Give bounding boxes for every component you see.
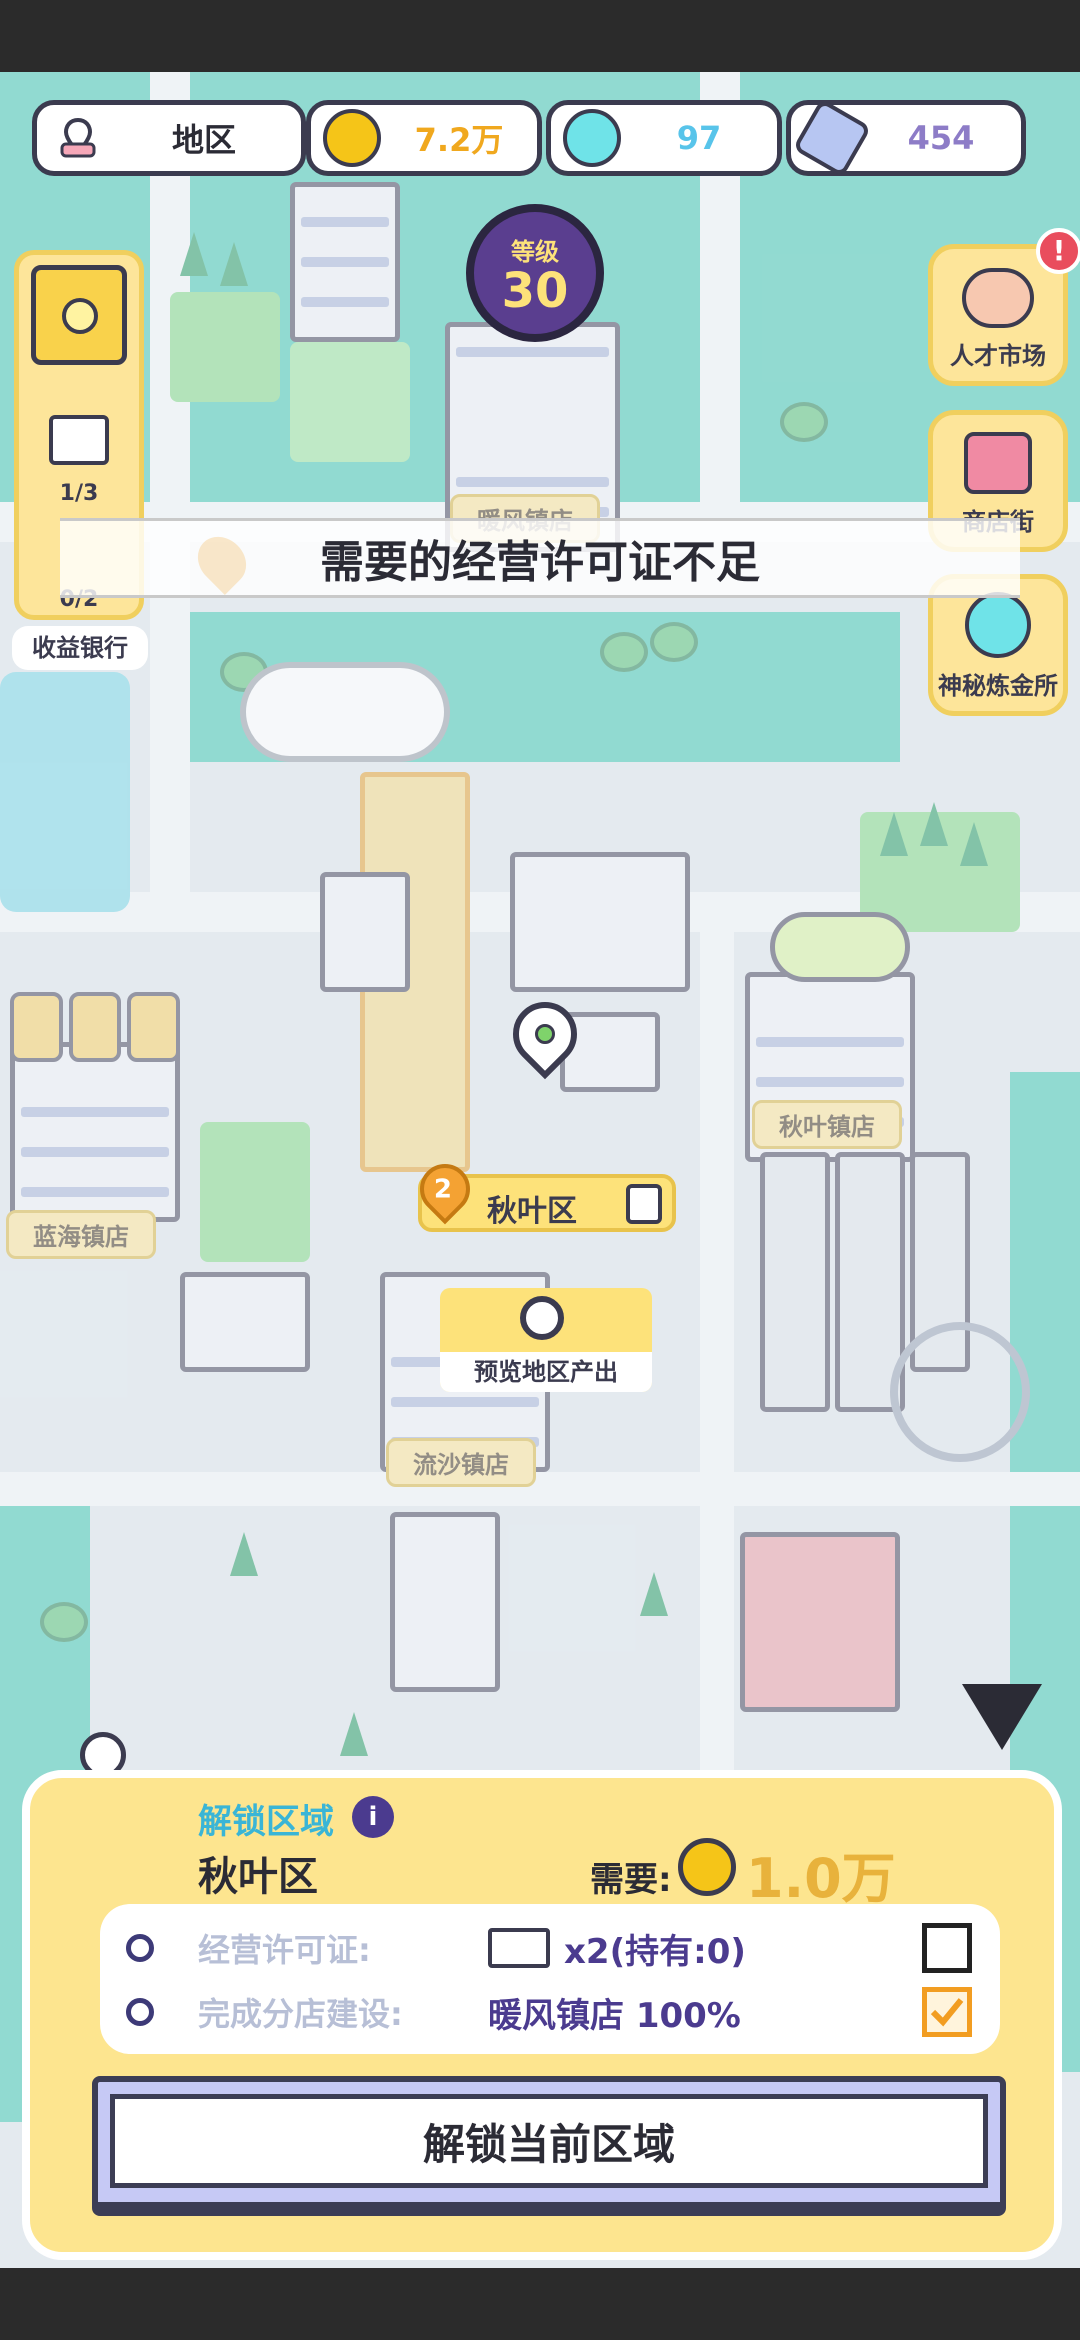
magnifier-icon <box>520 1296 564 1340</box>
status-bar <box>0 0 1080 72</box>
potions-value: 97 <box>676 119 722 157</box>
unlock-region-button[interactable]: 解锁当前区域 <box>92 2076 1006 2216</box>
requirement-license: 经营许可证: x2(持有:0) <box>100 1918 1000 1978</box>
map-road <box>0 1472 1080 1506</box>
cloud-icon <box>240 662 450 762</box>
preview-output-label: 预览地区产出 <box>440 1352 652 1392</box>
vault-icon <box>31 265 127 365</box>
potion-icon <box>965 592 1031 658</box>
navigation-bar <box>0 2268 1080 2340</box>
map-pond <box>0 672 130 912</box>
tree-icon <box>340 1712 368 1756</box>
apartment-building <box>180 1272 310 1372</box>
bush-icon <box>650 622 698 662</box>
tree-icon <box>220 242 248 286</box>
shop-label-lanhai[interactable]: 蓝海镇店 <box>6 1210 156 1259</box>
level-value: 30 <box>501 262 569 319</box>
container-yard <box>740 1532 900 1712</box>
tree-icon <box>640 1572 668 1616</box>
shopping-bag-icon <box>964 432 1032 494</box>
fountain-park <box>290 342 410 462</box>
cup-icon <box>770 912 910 982</box>
coins-value: 7.2万 <box>414 121 504 159</box>
apartment-building <box>320 872 410 992</box>
req-branch-label: 完成分店建设: <box>198 1995 403 2033</box>
license-card-icon <box>488 1928 550 1968</box>
unlock-panel: 解锁区域 i 秋叶区 需要: 1.0万 经营许可证: x2(持有:0) 完成分店… <box>22 1770 1062 2260</box>
talent-market-label: 人才市场 <box>950 342 1046 370</box>
office-building <box>290 182 400 342</box>
checkmark-icon <box>930 1998 964 2027</box>
req-license-label: 经营许可证: <box>198 1931 371 1969</box>
preview-output-button[interactable]: 预览地区产出 <box>440 1288 652 1392</box>
map-pin-icon <box>49 109 107 167</box>
triangle-marker-icon <box>962 1684 1042 1750</box>
shop-label-qiuye[interactable]: 秋叶镇店 <box>752 1100 902 1149</box>
branch-checkbox-checked <box>922 1987 972 2037</box>
unlock-region-label: 解锁当前区域 <box>422 2119 675 2169</box>
shop-label-liusha[interactable]: 流沙镇店 <box>386 1438 536 1487</box>
map-park <box>170 292 280 402</box>
req-branch-value: 暖风镇店 100% <box>488 1995 741 2036</box>
pin-icon <box>188 527 256 595</box>
requirement-branch: 完成分店建设: 暖风镇店 100% <box>100 1982 1000 2042</box>
potion-icon <box>563 109 621 167</box>
skyscraper <box>760 1152 830 1412</box>
shop-building-lanhai[interactable] <box>10 1042 180 1222</box>
bank-label[interactable]: 收益银行 <box>12 626 148 670</box>
district-number: 2 <box>433 1174 452 1205</box>
toast-text: 需要的经营许可证不足 <box>320 537 760 588</box>
coins-counter[interactable]: 7.2万 <box>306 100 542 176</box>
need-value: 1.0万 <box>746 1847 896 1910</box>
factory-building <box>390 1512 500 1692</box>
tree-icon <box>960 822 988 866</box>
gems-counter[interactable]: 454 <box>786 98 1026 178</box>
lock-icon <box>626 1184 662 1224</box>
drinks-icon <box>10 992 181 1062</box>
bullet-icon <box>126 1934 154 1962</box>
panel-title: 解锁区域 <box>198 1802 334 1842</box>
coin-icon <box>678 1838 736 1896</box>
tree-icon <box>180 232 208 276</box>
alert-badge-icon: ! <box>1036 228 1080 274</box>
tree-icon <box>920 802 948 846</box>
bullet-icon <box>126 1998 154 2026</box>
printer-icon <box>49 415 109 465</box>
gems-value: 454 <box>907 119 975 157</box>
level-badge[interactable]: 等级 30 <box>466 204 604 342</box>
bank-count-1: 1/3 <box>59 481 99 506</box>
bush-icon <box>600 632 648 672</box>
requirements-box: 经营许可证: x2(持有:0) 完成分店建设: 暖风镇店 100% <box>100 1904 1000 2054</box>
toast-message: 需要的经营许可证不足 <box>60 518 1020 598</box>
license-checkbox <box>922 1923 972 1973</box>
cat-avatar-icon <box>962 268 1034 328</box>
tree-icon <box>880 812 908 856</box>
level-label: 等级 <box>511 237 559 266</box>
map-road <box>150 72 190 892</box>
req-license-value: x2(持有:0) <box>564 1931 746 1972</box>
map-park <box>200 1122 310 1262</box>
alchemy-label: 神秘炼金所 <box>938 672 1058 700</box>
coin-icon <box>323 109 381 167</box>
apartment-building <box>510 852 690 992</box>
region-button[interactable]: 地区 <box>32 100 306 176</box>
region-label: 地区 <box>171 121 236 159</box>
need-label: 需要: <box>590 1860 672 1900</box>
bush-icon <box>40 1602 88 1642</box>
potions-counter[interactable]: 97 <box>546 100 782 176</box>
gem-icon <box>792 98 872 178</box>
ferris-wheel-icon <box>890 1322 1030 1462</box>
panel-district-name: 秋叶区 <box>198 1854 318 1900</box>
info-icon[interactable]: i <box>352 1796 394 1838</box>
tree-icon <box>230 1532 258 1576</box>
bush-icon <box>780 402 828 442</box>
